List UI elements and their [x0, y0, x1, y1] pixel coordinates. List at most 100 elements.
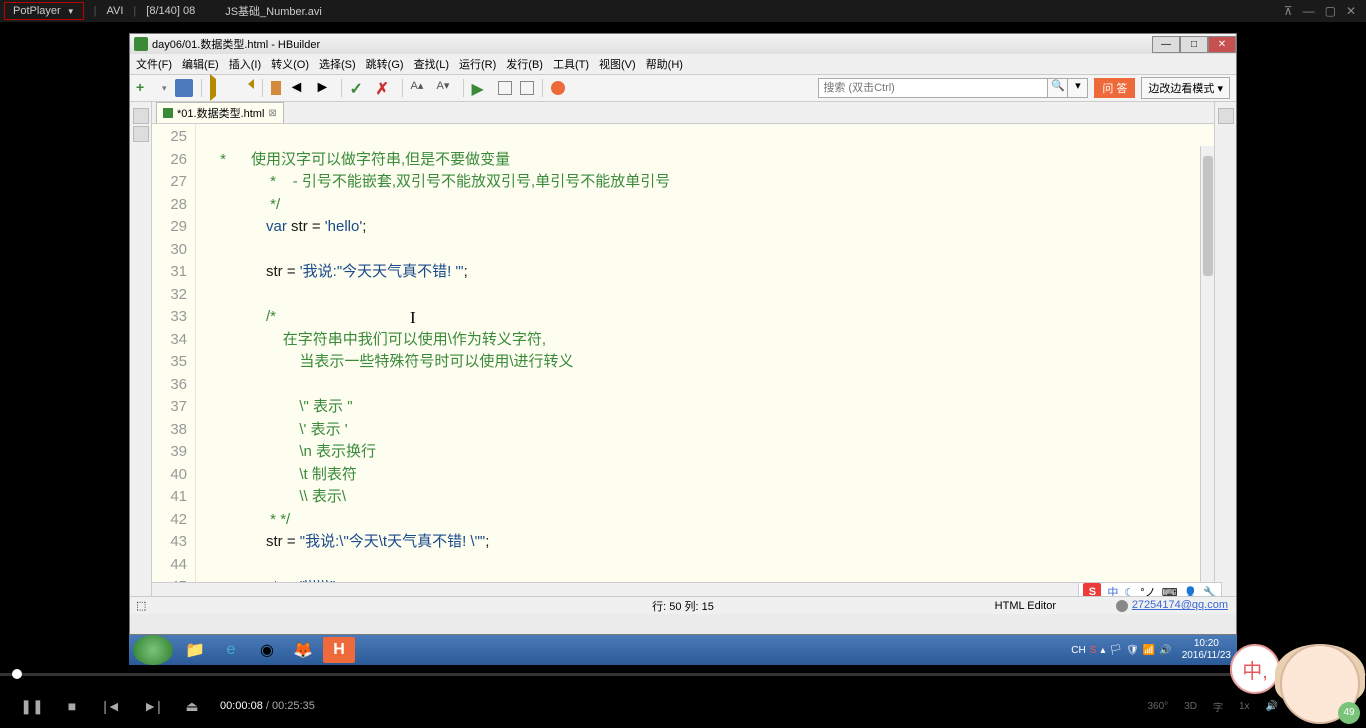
time-display: 00:00:08 / 00:25:35: [220, 700, 315, 712]
menu-tools[interactable]: 工具(T): [553, 56, 589, 72]
project-panel-icon[interactable]: [133, 108, 149, 124]
menu-run[interactable]: 运行(R): [459, 56, 496, 72]
minimize-icon[interactable]: —: [1303, 4, 1315, 18]
assistant-overlay[interactable]: 中, 49: [1230, 634, 1360, 724]
ime-bubble[interactable]: 中,: [1230, 644, 1280, 694]
hbuilder-app-icon: [134, 37, 148, 51]
next-button[interactable]: ►|: [132, 686, 172, 726]
tray-network-icon[interactable]: 📶: [1143, 645, 1155, 656]
hbuilder-window: day06/01.数据类型.html - HBuilder — □ ✕ 文件(F…: [129, 33, 1237, 635]
taskbar-clock[interactable]: 10:202016/11/23: [1182, 638, 1231, 662]
editor-type: HTML Editor: [995, 600, 1056, 612]
playlist-position: [8/140] 08: [146, 5, 195, 17]
validate-button[interactable]: ✓: [350, 79, 368, 97]
menu-select[interactable]: 选择(S): [319, 56, 356, 72]
user-avatar-icon: [1116, 600, 1128, 612]
potplayer-titlebar: PotPlayer ▼ | AVI | [8/140] 08 JS基础_Numb…: [0, 0, 1366, 22]
device-button[interactable]: [520, 81, 534, 95]
bookmark-prev[interactable]: ◄: [289, 79, 307, 97]
potplayer-menu-button[interactable]: PotPlayer ▼: [4, 2, 84, 20]
seek-knob[interactable]: [12, 669, 22, 679]
menu-file[interactable]: 文件(F): [136, 56, 172, 72]
tab-active[interactable]: *01.数据类型.html ⊠: [156, 102, 284, 123]
user-account-link[interactable]: 27254174@qq.com: [1116, 599, 1228, 611]
tray-shield-icon[interactable]: 🛡: [1126, 645, 1139, 656]
preview-panel-icon[interactable]: [1218, 108, 1234, 124]
maximize-icon[interactable]: ▢: [1325, 4, 1336, 18]
hbuilder-task-icon[interactable]: H: [323, 637, 355, 663]
seek-bar[interactable]: [0, 668, 1366, 680]
vr-button[interactable]: 360°: [1148, 701, 1169, 712]
tray-chevron-icon[interactable]: ▴: [1100, 645, 1105, 656]
right-sidebar[interactable]: [1214, 102, 1236, 596]
vertical-scrollbar[interactable]: [1200, 146, 1214, 582]
hbuilder-titlebar[interactable]: day06/01.数据类型.html - HBuilder — □ ✕: [130, 34, 1236, 54]
code-content[interactable]: * 使用汉字可以做字符串,但是不要做变量 * - 引号不能嵌套,双引号不能放双引…: [196, 124, 1214, 582]
stop-button[interactable]: ■: [52, 686, 92, 726]
system-tray[interactable]: CH S ▴ 🏳 🛡 📶 🔊 10:202016/11/23: [1071, 638, 1237, 662]
window-close-button[interactable]: ✕: [1208, 36, 1236, 53]
video-filename: JS基础_Number.avi: [225, 3, 322, 19]
remove-button[interactable]: ✗: [376, 79, 394, 97]
live-preview-mode[interactable]: 边改边看模式 ▾: [1141, 77, 1230, 99]
tab-label: *01.数据类型.html: [177, 105, 264, 121]
menu-help[interactable]: 帮助(H): [646, 56, 683, 72]
windows-taskbar[interactable]: 📁 e ◉ 🦊 H CH S ▴ 🏳 🛡 📶 🔊 10:202016/11/23: [129, 635, 1237, 665]
status-icon[interactable]: ⬚: [136, 599, 146, 612]
prev-button[interactable]: |◄: [92, 686, 132, 726]
pin-icon[interactable]: ⊼: [1284, 4, 1293, 18]
tray-lang[interactable]: CH: [1071, 645, 1085, 656]
save-button[interactable]: [175, 79, 193, 97]
left-sidebar[interactable]: [130, 102, 152, 596]
menu-escape[interactable]: 转义(O): [271, 56, 309, 72]
new-file-button[interactable]: +: [136, 79, 154, 97]
window-minimize-button[interactable]: —: [1152, 36, 1180, 53]
scrollbar-thumb[interactable]: [1203, 156, 1213, 276]
menu-edit[interactable]: 编辑(E): [182, 56, 219, 72]
preview-button[interactable]: [498, 81, 512, 95]
ie-icon[interactable]: e: [215, 637, 247, 663]
menu-publish[interactable]: 发行(B): [506, 56, 543, 72]
search-options[interactable]: ▾: [1068, 78, 1088, 98]
chevron-down-icon: ▼: [67, 7, 75, 16]
tab-close-icon[interactable]: ⊠: [268, 108, 276, 119]
back-button[interactable]: [210, 79, 228, 97]
tray-volume-icon[interactable]: 🔊: [1159, 645, 1171, 656]
font-smaller-button[interactable]: A▾: [437, 79, 455, 97]
3d-button[interactable]: 3D: [1184, 701, 1197, 712]
forward-button[interactable]: [236, 79, 254, 97]
start-button[interactable]: [133, 635, 173, 665]
subtitle-button[interactable]: 字: [1213, 699, 1223, 714]
pause-button[interactable]: ❚❚: [12, 686, 52, 726]
tray-flag-icon[interactable]: 🏳: [1109, 645, 1122, 656]
publish-button[interactable]: [551, 81, 565, 95]
explorer-icon[interactable]: 📁: [179, 637, 211, 663]
menu-view[interactable]: 视图(V): [599, 56, 636, 72]
html-file-icon: [163, 108, 173, 118]
horizontal-scrollbar[interactable]: [152, 582, 1214, 596]
close-icon[interactable]: ✕: [1346, 4, 1356, 18]
hbuilder-menubar: 文件(F) 编辑(E) 插入(I) 转义(O) 选择(S) 跳转(G) 查找(L…: [130, 54, 1236, 74]
menu-insert[interactable]: 插入(I): [229, 56, 261, 72]
chrome-icon[interactable]: ◉: [251, 637, 283, 663]
status-bar: ⬚ 行: 50 列: 15 HTML Editor 27254174@qq.co…: [130, 596, 1236, 614]
hbuilder-toolbar: +▾ ◄ ► ✓ ✗ A▴ A▾ ▶ 🔍 ▾ 问 答 边改边看模式 ▾: [130, 74, 1236, 102]
potplayer-controls: ❚❚ ■ |◄ ►| ⏏ 00:00:08 / 00:25:35 360° 3D…: [0, 684, 1366, 728]
bookmark-button[interactable]: [271, 81, 281, 95]
search-input[interactable]: [818, 78, 1048, 98]
ask-button[interactable]: 问 答: [1094, 78, 1135, 98]
menu-find[interactable]: 查找(L): [414, 56, 449, 72]
notification-badge[interactable]: 49: [1338, 702, 1360, 724]
tray-sogou-icon[interactable]: S: [1090, 645, 1097, 656]
bookmark-next[interactable]: ►: [315, 79, 333, 97]
outline-panel-icon[interactable]: [133, 126, 149, 142]
firefox-icon[interactable]: 🦊: [287, 637, 319, 663]
eject-button[interactable]: ⏏: [172, 686, 212, 726]
editor-tabs: *01.数据类型.html ⊠: [152, 102, 1214, 124]
search-button[interactable]: 🔍: [1048, 78, 1068, 98]
code-editor[interactable]: 2526272829303132333435363738394041424344…: [152, 124, 1214, 582]
menu-goto[interactable]: 跳转(G): [366, 56, 404, 72]
font-larger-button[interactable]: A▴: [411, 79, 429, 97]
run-button[interactable]: ▶: [472, 79, 490, 97]
window-maximize-button[interactable]: □: [1180, 36, 1208, 53]
